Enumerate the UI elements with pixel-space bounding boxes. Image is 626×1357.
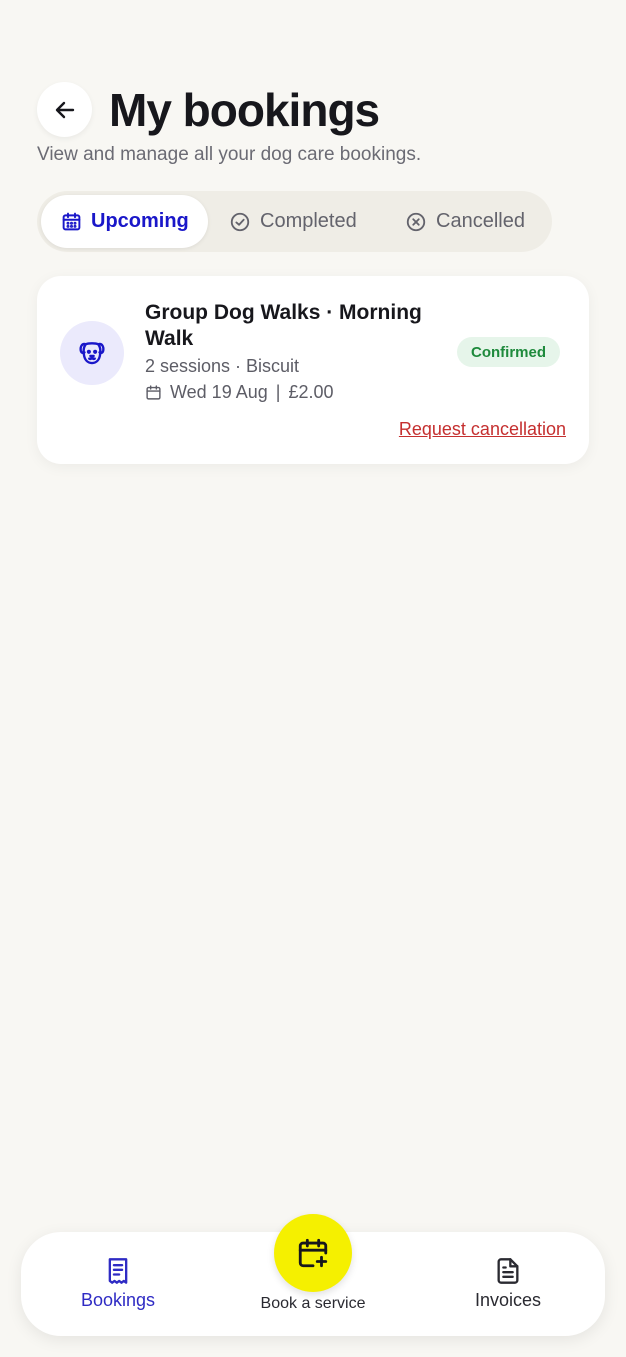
booking-price: £2.00 bbox=[288, 382, 334, 402]
x-circle-icon bbox=[406, 212, 426, 231]
nav-book-service-label: Book a service bbox=[260, 1295, 366, 1312]
booking-title: Group Dog Walks · Morning Walk bbox=[145, 301, 422, 350]
nav-invoices-label: Invoices bbox=[474, 1290, 542, 1310]
book-service-button[interactable] bbox=[274, 1214, 352, 1292]
back-button[interactable] bbox=[37, 82, 92, 137]
dog-avatar bbox=[60, 321, 124, 385]
booking-date-row: Wed 19 Aug | £2.00 bbox=[145, 382, 333, 403]
page-title: My bookings bbox=[109, 84, 380, 136]
booking-meta: 2 sessions · Biscuit bbox=[145, 356, 300, 376]
nav-bookings[interactable]: Bookings bbox=[38, 1256, 198, 1311]
request-cancellation-link[interactable]: Request cancellation bbox=[399, 419, 566, 440]
nav-book-service[interactable]: Book a service bbox=[233, 1214, 393, 1336]
tab-cancelled[interactable]: Cancelled bbox=[403, 195, 525, 248]
calendar-icon bbox=[62, 212, 81, 231]
calendar-small-icon bbox=[146, 385, 161, 400]
nav-invoices[interactable]: Invoices bbox=[428, 1256, 588, 1311]
arrow-left-icon bbox=[55, 101, 74, 118]
bottom-nav: Bookings Book a service Invoices bbox=[21, 1214, 605, 1336]
status-badge: Confirmed bbox=[457, 337, 560, 367]
page-subtitle: View and manage all your dog care bookin… bbox=[37, 144, 422, 165]
calendar-plus-icon bbox=[298, 1238, 328, 1268]
booking-date: Wed 19 Aug bbox=[170, 382, 268, 402]
nav-bookings-label: Bookings bbox=[80, 1290, 156, 1310]
tab-upcoming-label: Upcoming bbox=[91, 210, 189, 232]
document-icon bbox=[497, 1258, 519, 1284]
tab-completed-label: Completed bbox=[260, 210, 357, 232]
receipt-icon bbox=[108, 1258, 128, 1284]
tab-completed[interactable]: Completed bbox=[227, 195, 357, 248]
check-circle-icon bbox=[230, 212, 250, 231]
tab-upcoming[interactable]: Upcoming bbox=[41, 195, 208, 248]
booking-tabs: Upcoming Completed Cancelled bbox=[37, 191, 552, 252]
dog-face-icon bbox=[79, 342, 105, 365]
booking-separator: | bbox=[275, 382, 281, 402]
booking-card[interactable]: Group Dog Walks · Morning Walk 2 session… bbox=[37, 276, 589, 464]
tab-cancelled-label: Cancelled bbox=[436, 210, 525, 232]
